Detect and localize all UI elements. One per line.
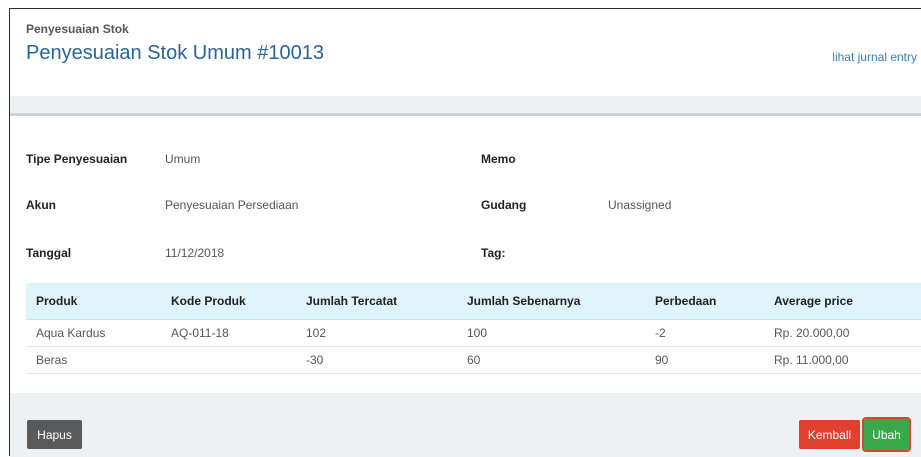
tag-label: Tag: xyxy=(481,246,506,260)
products-table: Produk Kode Produk Jumlah Tercatat Jumla… xyxy=(26,283,921,374)
view-journal-entry-link[interactable]: lihat jurnal entry xyxy=(832,50,917,64)
difference-cell: 90 xyxy=(655,353,669,367)
column-header-average-price: Average price xyxy=(774,294,853,308)
column-header-product-code: Kode Produk xyxy=(171,294,246,308)
memo-label: Memo xyxy=(481,152,516,166)
column-header-recorded-qty: Jumlah Tercatat xyxy=(306,294,398,308)
recorded-qty-cell: 102 xyxy=(306,326,327,340)
actual-qty-cell: 60 xyxy=(467,353,481,367)
action-bar: Hapus Kembali Ubah xyxy=(10,393,921,457)
date-value: 11/12/2018 xyxy=(165,246,225,260)
average-price-cell: Rp. 20.000,00 xyxy=(774,326,850,340)
recorded-qty-cell: -30 xyxy=(306,353,324,367)
product-code-cell: AQ-011-18 xyxy=(171,326,229,340)
table-row: Beras -30 60 90 Rp. 11.000,00 xyxy=(26,347,921,374)
column-header-product: Produk xyxy=(36,294,78,308)
adjustment-type-label: Tipe Penyesuaian xyxy=(26,152,128,166)
column-header-actual-qty: Jumlah Sebenarnya xyxy=(467,294,581,308)
average-price-cell: Rp. 11.000,00 xyxy=(774,353,849,367)
account-value: Penyesuaian Persediaan xyxy=(165,198,299,212)
warehouse-value: Unassigned xyxy=(608,198,672,212)
difference-cell: -2 xyxy=(655,326,666,340)
page-header: Penyesuaian Stok Penyesuaian Stok Umum #… xyxy=(10,9,921,96)
table-header: Produk Kode Produk Jumlah Tercatat Jumla… xyxy=(26,283,921,320)
delete-button[interactable]: Hapus xyxy=(27,420,82,449)
section-divider xyxy=(10,96,921,116)
edit-button[interactable]: Ubah xyxy=(862,417,911,452)
actual-qty-cell: 100 xyxy=(467,326,488,340)
product-link[interactable]: Beras xyxy=(36,347,67,373)
adjustment-type-value: Umum xyxy=(165,152,201,166)
column-header-difference: Perbedaan xyxy=(655,294,717,308)
date-label: Tanggal xyxy=(26,246,72,260)
adjustment-detail-page: Penyesuaian Stok Penyesuaian Stok Umum #… xyxy=(9,8,921,457)
table-row: Aqua Kardus AQ-011-18 102 100 -2 Rp. 20.… xyxy=(26,320,921,347)
warehouse-label: Gudang xyxy=(481,198,527,212)
product-link[interactable]: Aqua Kardus xyxy=(36,320,105,346)
page-kicker: Penyesuaian Stok xyxy=(26,22,129,36)
page-title: Penyesuaian Stok Umum #10013 xyxy=(26,42,324,64)
account-label: Akun xyxy=(26,198,56,212)
back-button[interactable]: Kembali xyxy=(799,420,860,449)
